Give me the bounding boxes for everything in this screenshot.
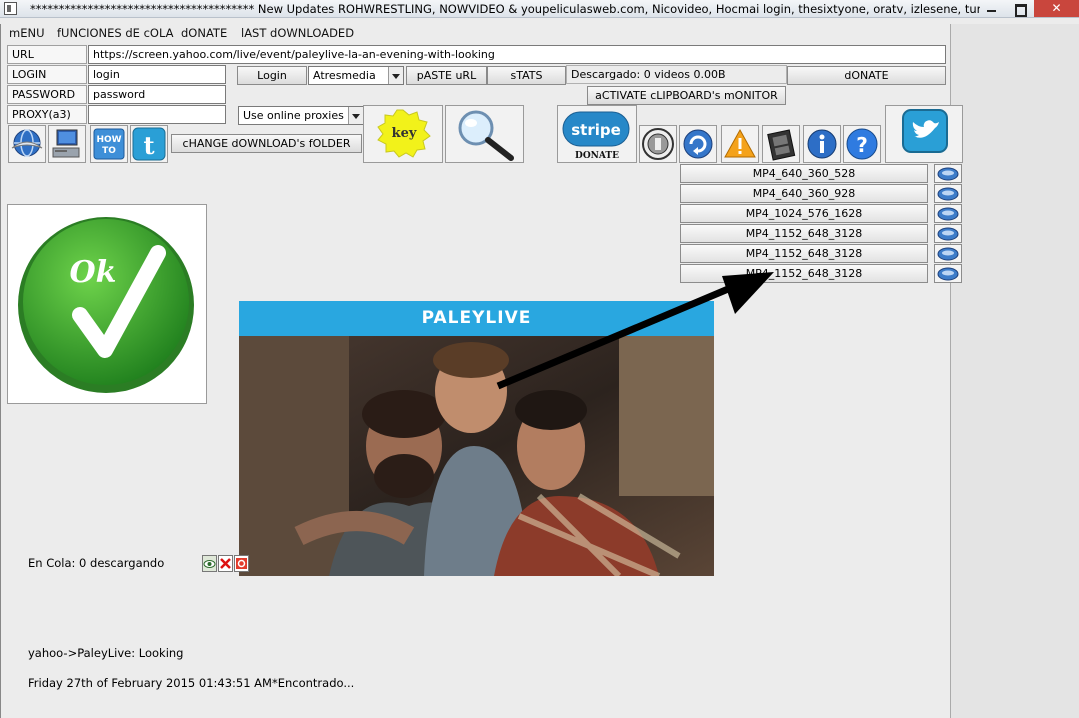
proxy-label: PROXY(a3) bbox=[7, 105, 87, 124]
svg-text:t: t bbox=[143, 131, 154, 160]
svg-text:HOW: HOW bbox=[96, 135, 121, 145]
info-icon[interactable] bbox=[803, 125, 841, 163]
stats-button[interactable]: sTATS bbox=[487, 66, 566, 85]
menu-menu[interactable]: mENU bbox=[9, 24, 45, 42]
seal-icon[interactable] bbox=[639, 125, 677, 163]
view-queue-icon[interactable] bbox=[202, 555, 217, 572]
download-format-icon[interactable] bbox=[934, 184, 962, 203]
proxy-mode-select[interactable]: Use online proxies bbox=[238, 106, 364, 125]
film-icon[interactable] bbox=[762, 125, 800, 163]
annotation-arrow bbox=[496, 272, 774, 390]
minimize-button[interactable] bbox=[978, 0, 1005, 17]
search-icon[interactable] bbox=[445, 105, 524, 163]
window-title: *************************************** … bbox=[30, 2, 980, 16]
proxy-mode-value: Use online proxies bbox=[243, 109, 344, 122]
format-option[interactable]: MP4_1152_648_3128 bbox=[680, 224, 928, 243]
donate-button[interactable]: dONATE bbox=[787, 66, 946, 85]
computer-icon[interactable] bbox=[48, 125, 86, 163]
login-button[interactable]: Login bbox=[237, 66, 307, 85]
close-button[interactable]: ✕ bbox=[1034, 0, 1079, 17]
format-option[interactable]: MP4_640_360_928 bbox=[680, 184, 928, 203]
warning-icon[interactable] bbox=[721, 125, 759, 163]
twitter-large-icon[interactable] bbox=[885, 105, 963, 163]
password-input[interactable]: password bbox=[88, 85, 226, 104]
stop-queue-icon[interactable] bbox=[234, 555, 249, 572]
clipboard-monitor-button[interactable]: aCTIVATE cLIPBOARD's mONITOR bbox=[587, 86, 786, 105]
queue-status: En Cola: 0 descargando bbox=[28, 556, 165, 570]
source-status: yahoo->PaleyLive: Looking bbox=[28, 646, 184, 660]
change-folder-button[interactable]: cHANGE dOWNLOAD's fOLDER bbox=[171, 134, 362, 153]
download-format-icon[interactable] bbox=[934, 244, 962, 263]
download-format-icon[interactable] bbox=[934, 264, 962, 283]
maximize-button[interactable] bbox=[1006, 0, 1033, 17]
app-icon bbox=[4, 2, 17, 15]
site-select-value: Atresmedia bbox=[313, 69, 376, 82]
password-label: PASSWORD bbox=[7, 85, 87, 104]
url-label: URL bbox=[7, 45, 87, 64]
menu-bar: mENU fUNCIONES dE cOLA dONATE lAST dOWNL… bbox=[0, 24, 1079, 42]
login-input[interactable]: login bbox=[88, 65, 226, 84]
paste-url-button[interactable]: pASTE uRL bbox=[406, 66, 487, 85]
svg-text:?: ? bbox=[856, 133, 868, 157]
menu-donate[interactable]: dONATE bbox=[181, 24, 227, 42]
format-option[interactable]: MP4_1024_576_1628 bbox=[680, 204, 928, 223]
downloaded-status: Descargado: 0 videos 0.00B bbox=[566, 65, 787, 84]
ok-label: Ok bbox=[70, 255, 117, 290]
svg-text:TO: TO bbox=[102, 146, 116, 156]
menu-queue-functions[interactable]: fUNCIONES dE cOLA bbox=[57, 24, 174, 42]
url-input[interactable]: https://screen.yahoo.com/live/event/pale… bbox=[88, 45, 946, 64]
stripe-icon[interactable]: stripe DONATE bbox=[557, 105, 637, 163]
download-format-icon[interactable] bbox=[934, 204, 962, 223]
proxy-input[interactable] bbox=[88, 105, 226, 124]
download-format-icon[interactable] bbox=[934, 164, 962, 183]
key-icon[interactable]: key bbox=[363, 105, 443, 163]
timestamp-status: Friday 27th of February 2015 01:43:51 AM… bbox=[28, 676, 355, 690]
window-titlebar: *************************************** … bbox=[0, 0, 1079, 18]
right-panel-background bbox=[950, 24, 1079, 718]
chevron-down-icon bbox=[388, 67, 403, 84]
refresh-icon[interactable] bbox=[679, 125, 717, 163]
queue-controls bbox=[202, 555, 249, 572]
download-format-icon[interactable] bbox=[934, 224, 962, 243]
login-label: LOGIN bbox=[7, 65, 87, 84]
format-option[interactable]: MP4_640_360_528 bbox=[680, 164, 928, 183]
globe-icon[interactable] bbox=[8, 125, 46, 163]
format-option[interactable]: MP4_1152_648_3128 bbox=[680, 244, 928, 263]
ok-status-badge: Ok bbox=[7, 204, 207, 404]
site-select[interactable]: Atresmedia bbox=[308, 66, 404, 85]
chevron-down-icon bbox=[348, 107, 363, 124]
twitter-icon[interactable]: t bbox=[130, 125, 168, 163]
stripe-donate-label: DONATE bbox=[575, 151, 619, 161]
stripe-label: stripe bbox=[571, 121, 621, 139]
key-label: key bbox=[392, 126, 417, 141]
menu-last-downloaded[interactable]: lAST dOWNLOADED bbox=[241, 24, 354, 42]
howto-icon[interactable]: HOW TO bbox=[90, 125, 128, 163]
help-icon[interactable]: ? bbox=[843, 125, 881, 163]
delete-queue-icon[interactable] bbox=[218, 555, 233, 572]
